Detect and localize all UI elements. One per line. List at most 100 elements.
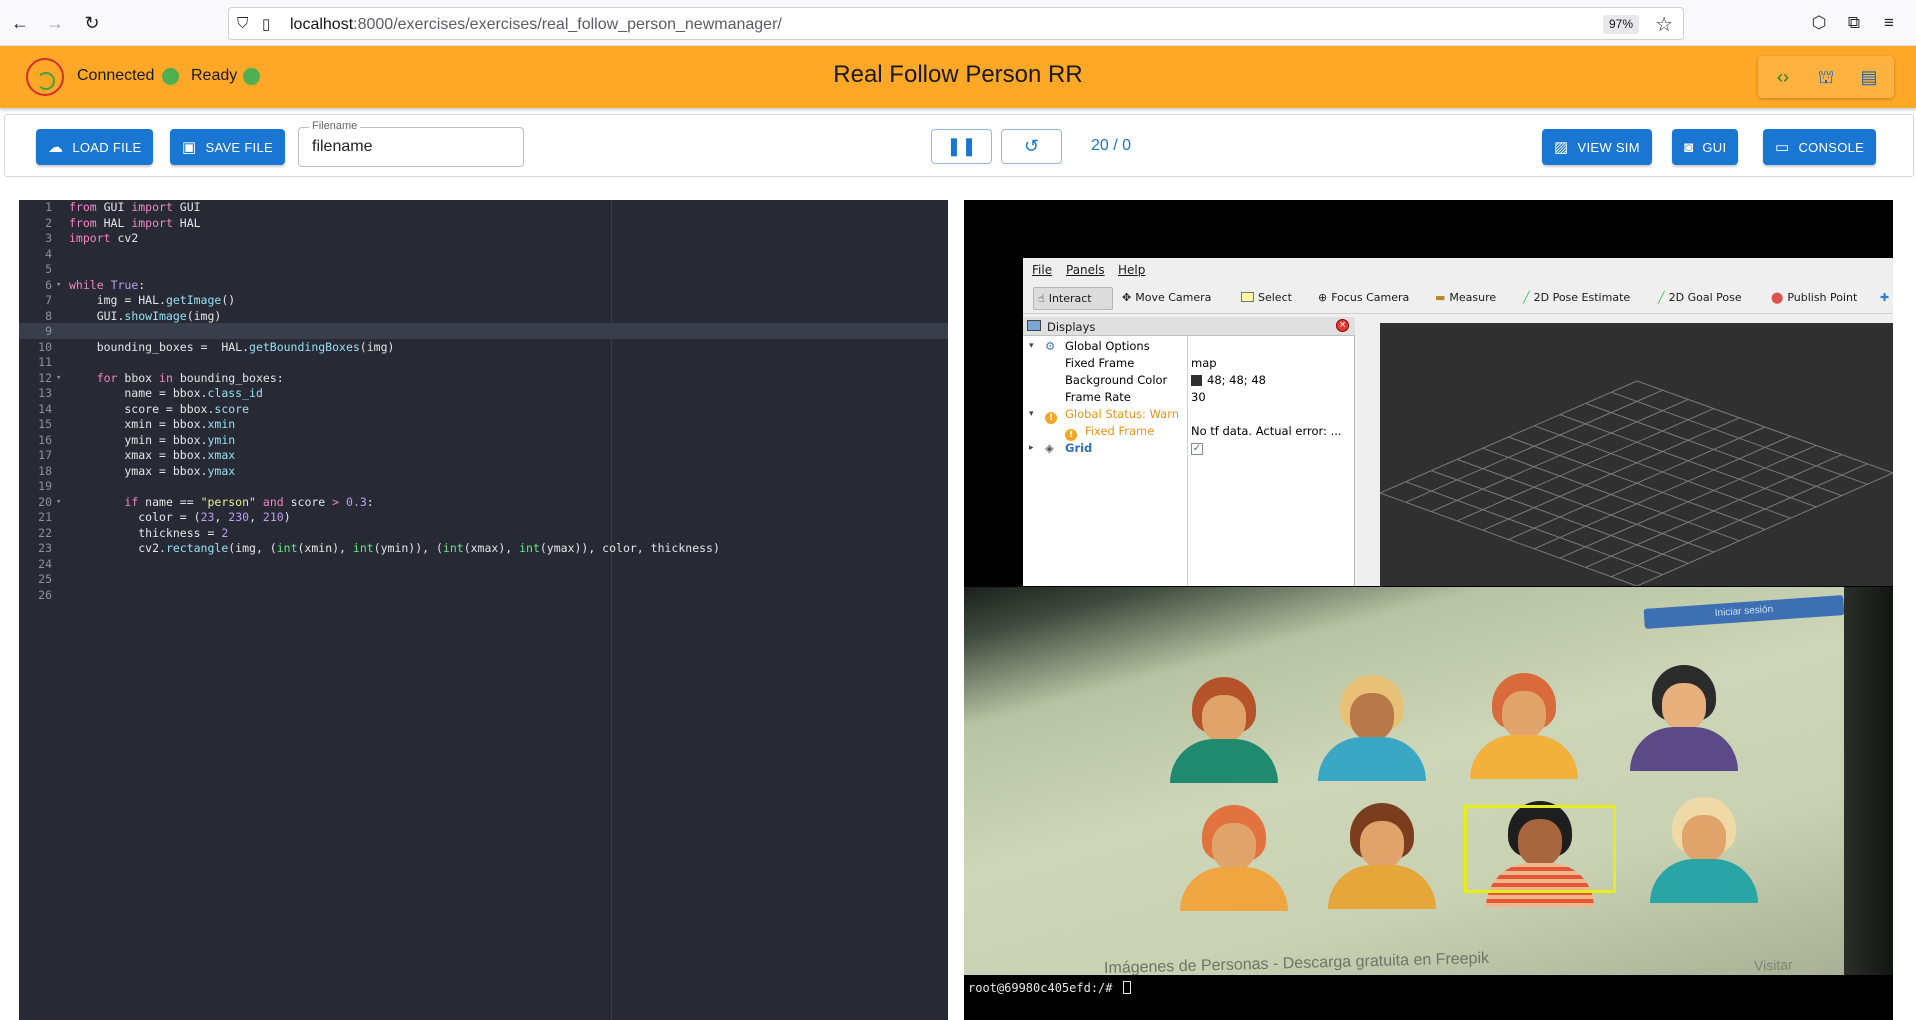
tool-measure[interactable]: ▬ Measure [1431,287,1500,310]
add-tool-icon[interactable]: ✚ [1876,287,1893,310]
load-file-button[interactable]: ☁ LOAD FILE [36,129,154,165]
code-line[interactable]: 2 from HAL import HAL [19,216,948,232]
tool-2d-pose-estimate[interactable]: ╱ 2D Pose Estimate [1519,287,1634,310]
tree-row-frame-rate[interactable]: Frame Rate 30 [1023,389,1355,406]
console-button[interactable]: ▭ CONSOLE [1763,129,1877,165]
code-line[interactable]: 16 ymin = bbox.ymin [19,433,948,449]
code-line[interactable]: 20 ▾ if name == "person" and score > 0.3: [19,495,948,511]
code-line[interactable]: 4 [19,247,948,263]
code-line[interactable]: 1 from GUI import GUI [19,200,948,216]
forward-arrow-icon[interactable]: → [43,11,67,35]
view-sim-button[interactable]: ▨ VIEW SIM [1542,129,1652,165]
menu-file[interactable]: File [1032,263,1052,277]
code-line[interactable]: 25 [19,572,948,588]
url-bar[interactable]: ⛉ ▯ localhost:8000/exercises/exercises/r… [228,7,1684,40]
code-line[interactable]: 18 ymax = bbox.ymax [19,464,948,480]
tree-row-background-color[interactable]: Background Color 48; 48; 48 [1023,372,1355,389]
line-number: 14 [38,401,52,416]
code-line[interactable]: 13 name = bbox.class_id [19,386,948,402]
zoom-badge[interactable]: 97% [1602,15,1639,34]
save-icon: ▣ [182,139,197,156]
tool-move-camera[interactable]: ✥ Move Camera [1118,287,1215,310]
grid-enabled-checkbox[interactable]: ✓ [1191,443,1203,455]
avatar-5 [1174,805,1294,911]
code-text: from GUI import GUI [69,200,201,214]
back-arrow-icon[interactable]: ← [8,11,32,35]
gui-button[interactable]: ◙ GUI [1672,129,1739,165]
grid-line [1405,481,1663,576]
page-icon[interactable]: ▯ [262,15,270,33]
save-file-button[interactable]: ▣ SAVE FILE [170,129,285,165]
close-icon[interactable]: × [1336,319,1349,332]
forum-icon[interactable]: ▤ [1856,64,1882,90]
menu-icon[interactable]: ≡ [1878,12,1900,34]
pocket-icon[interactable]: ⬡ [1808,12,1830,34]
terminal-icon: ▭ [1775,139,1790,156]
bookmark-star-icon[interactable]: ☆ [1655,12,1673,37]
tool-interact[interactable]: ☝ Interact [1033,287,1113,310]
status-ready-label: Ready [191,67,238,84]
code-line[interactable]: 26 [19,588,948,604]
grid-line [1508,426,1766,540]
fold-arrow-icon[interactable]: ▾ [56,371,61,387]
tree-row-grid[interactable]: ▸ ◈ Grid ✓ [1023,440,1355,457]
browser-toolbar: ← → ↻ ⛉ ▯ localhost:8000/exercises/exerc… [0,0,1916,46]
code-line[interactable]: 7 img = HAL.getImage() [19,293,948,309]
collapse-arrow-icon[interactable]: ▸ [1029,440,1034,457]
select-box-icon [1241,292,1254,302]
line-number: 22 [38,525,52,540]
line-number: 19 [38,479,52,493]
code-line[interactable]: 24 [19,557,948,573]
code-line[interactable]: 15 xmin = bbox.xmin [19,417,948,433]
code-line[interactable]: 8 GUI.showImage(img) [19,309,948,325]
extensions-icon[interactable]: ⧉ [1843,12,1865,34]
shield-icon[interactable]: ⛉ [237,15,248,32]
tool-2d-goal-pose[interactable]: ╱ 2D Goal Pose [1654,287,1746,310]
code-line[interactable]: 14 score = bbox.score [19,402,948,418]
code-line[interactable]: 23 cv2.rectangle(img, (int(xmin), int(ym… [19,541,948,557]
code-line[interactable]: 10 bounding_boxes = HAL.getBoundingBoxes… [19,340,948,356]
url-text: localhost:8000/exercises/exercises/real_… [290,16,782,33]
code-line[interactable]: 19 [19,479,948,495]
color-swatch [1191,375,1202,386]
tree-row-global-options[interactable]: ▾ ⚙ Global Options [1023,338,1355,355]
line-number: 17 [38,448,52,462]
camera-feed: Iniciar sesión Imágenes de Personas - De… [964,587,1893,975]
code-line[interactable]: 3 import cv2 [19,231,948,247]
tool-publish-point[interactable]: ⬤ Publish Point [1767,287,1861,310]
expand-arrow-icon[interactable]: ▾ [1029,406,1034,423]
app-header: Connected Ready Real Follow Person RR ‹›… [0,46,1916,108]
reset-button[interactable]: ↺ [1001,129,1062,164]
code-line[interactable]: 21 color = (23, 230, 210) [19,510,948,526]
code-text: while True: [69,277,146,292]
fold-arrow-icon[interactable]: ▾ [56,495,61,511]
code-line[interactable]: 22 thickness = 2 [19,526,948,542]
page-title: Real Follow Person RR [833,61,1083,88]
rviz-toolbar: ☝ Interact ✥ Move Camera Select ⊕ Focus Cam… [1023,281,1893,314]
tree-row-fixed-frame[interactable]: Fixed Frame map [1023,355,1355,372]
menu-help[interactable]: Help [1118,263,1145,277]
code-line[interactable]: 12 ▾ for bbox in bounding_boxes: [19,371,948,387]
line-number: 4 [45,246,52,261]
code-icon[interactable]: ‹› [1770,64,1796,90]
move-icon: ✥ [1122,291,1132,304]
code-line[interactable]: 6 ▾ while True: [19,278,948,294]
menu-panels[interactable]: Panels [1066,263,1105,277]
tool-focus-camera[interactable]: ⊕ Focus Camera [1314,287,1413,310]
code-line[interactable]: 9 [19,324,948,340]
code-line[interactable]: 11 [19,355,948,371]
terminal[interactable]: root@69980c405efd:/# [964,976,1893,1020]
school-icon[interactable]: ⛫ [1813,64,1839,90]
tree-row-global-status[interactable]: ▾ ! Global Status: Warn [1023,406,1355,424]
tree-row-fixed-frame-status[interactable]: ! Fixed Frame No tf data. Actual error: … [1023,423,1355,441]
reload-icon[interactable]: ↻ [80,11,104,35]
expand-arrow-icon[interactable]: ▾ [1029,338,1034,355]
code-line[interactable]: 17 xmax = bbox.xmax [19,448,948,464]
filename-field[interactable]: Filename filename [298,120,524,167]
code-line[interactable]: 5 [19,262,948,278]
fold-arrow-icon[interactable]: ▾ [56,278,61,294]
tool-select[interactable]: Select [1237,287,1296,310]
rviz-3d-viewport[interactable] [1380,323,1893,586]
code-editor[interactable]: 1 from GUI import GUI 2 from HAL import HAL… [19,200,948,1020]
pause-button[interactable]: ❚❚ [931,129,992,164]
